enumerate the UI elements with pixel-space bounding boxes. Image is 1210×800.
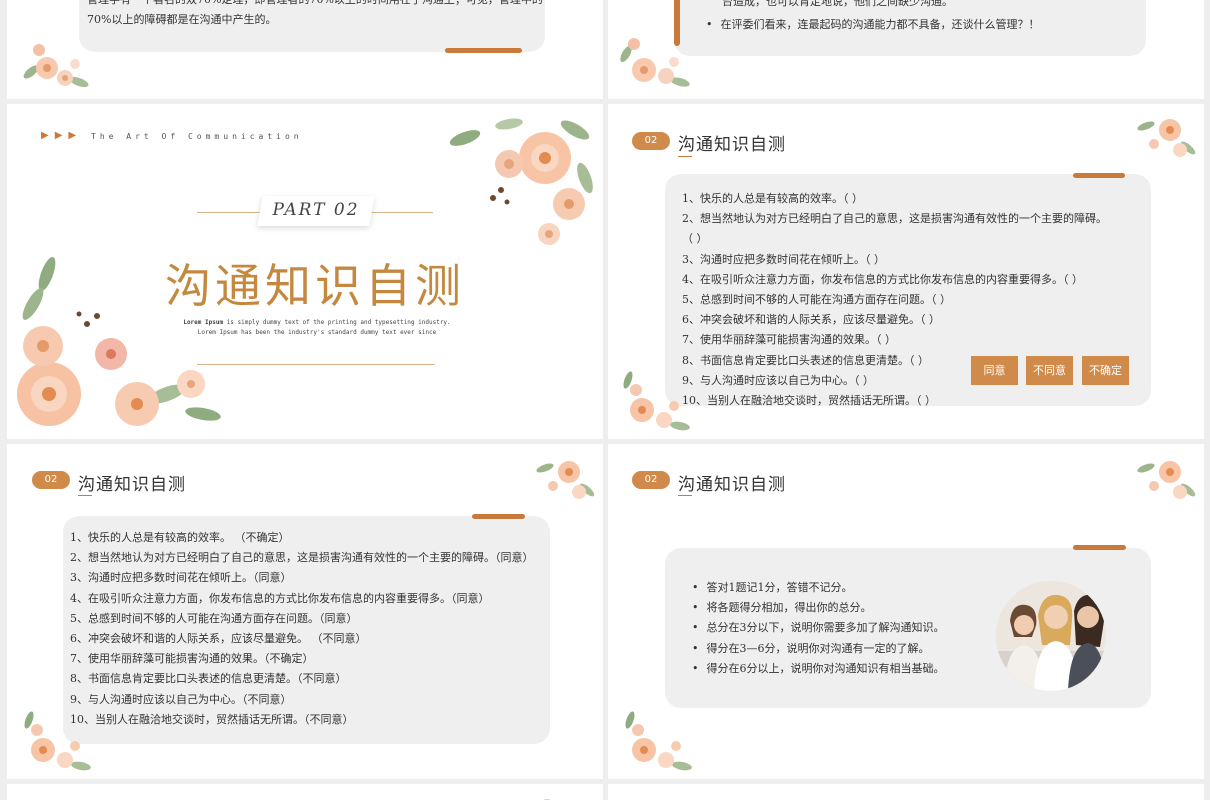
question-item: 1、快乐的人总是有较高的效率。（ ） (682, 192, 863, 205)
flower-decoration-bottom (616, 706, 696, 776)
section-badge: 02 (32, 471, 70, 489)
question-item: 4、在吸引听众注意力方面，你发布信息的方式比你发布信息的内容重要得多。（ ） (682, 272, 1083, 286)
accent-bar (1073, 173, 1125, 178)
lorem-rest: is simply dummy text of the printing and… (223, 319, 451, 326)
scoring-item: 得分在3—6分，说明你对沟通有一定的了解。 (692, 639, 945, 659)
answer-item: 4、在吸引听众注意力方面，你发布信息的方式比你发布信息的内容重要得多。（同意） (70, 591, 490, 605)
answer-item: 1、快乐的人总是有较高的效率。 （不确定） (70, 531, 290, 544)
main-title: 沟通知识自测 (165, 259, 465, 313)
answer-item: 10、当别人在融洽地交谈时，贸然插话无所谓。（不同意） (70, 712, 354, 726)
question-item: 5、总感到时间不够的人可能在沟通方面存在问题。（ ） (682, 293, 951, 307)
question-item: 7、使用华丽辞藻可能损害沟通的效果。（ ） (682, 333, 896, 347)
flower-decoration-top (1136, 108, 1198, 162)
paragraph-line: 管理学有一个著名的双70%定理，即管理者的70%以上的时间用在了沟通上；可见，管… (87, 0, 547, 10)
paragraph: 管理学有一个著名的双70%定理，即管理者的70%以上的时间用在了沟通上；可见，管… (87, 0, 547, 30)
scoring-item: 答对1题记1分，答错不记分。 (692, 578, 945, 598)
tagline: The Art Of Communication (91, 132, 303, 141)
question-item: 10、当别人在融洽地交谈时，贸然插话无所谓。（ ） (682, 394, 936, 408)
slide-quiz: 02 沟通知识自测 1、快乐的人总是有较高的效率。（ ） 2、想当然地认为对方已… (608, 104, 1204, 439)
answer-item: 9、与人沟通时应该以自己为中心。（不同意） (70, 692, 292, 706)
answer-item: 5、总感到时间不够的人可能在沟通方面存在问题。（同意） (70, 611, 358, 625)
answer-list: 1、快乐的人总是有较高的效率。 （不确定） 2、想当然地认为对方已经明白了自己的… (70, 528, 534, 730)
flower-decoration (1138, 792, 1198, 800)
flower-decoration-top (535, 450, 597, 504)
flower-decoration (477, 792, 587, 800)
bullet-list: 在评委们看来，连最起码的沟通能力都不具备，还谈什么管理？！ (706, 15, 1040, 35)
people-photo (996, 581, 1106, 691)
lorem-text: Lorem Ipsum is simply dummy text of the … (167, 318, 467, 338)
agree-button[interactable]: 同意 (971, 356, 1018, 385)
heading-underline (78, 495, 92, 496)
accent-bar (472, 514, 525, 519)
slide-bottom-left (7, 784, 603, 800)
part-label: PART 02 (272, 200, 360, 220)
scoring-list: 答对1题记1分，答错不记分。 将各题得分相加，得出你的总分。 总分在3分以下，说… (692, 578, 945, 679)
answer-item: 6、冲突会破坏和谐的人际关系，应该尽量避免。 （不同意） (70, 632, 367, 646)
scoring-item: 将各题得分相加，得出你的总分。 (692, 598, 945, 618)
answer-item: 7、使用华丽辞藻可能损害沟通的效果。（不确定） (70, 652, 314, 666)
disagree-button[interactable]: 不同意 (1026, 356, 1073, 385)
bullet-item: 在评委们看来，连最起码的沟通能力都不具备，还谈什么管理？！ (706, 15, 1040, 35)
slide-top-left: 管理学有一个著名的双70%定理，即管理者的70%以上的时间用在了沟通上；可见，管… (7, 0, 603, 99)
title-bottom-line (197, 364, 435, 365)
flower-bouquet-top-right (445, 108, 601, 254)
slide-heading: 沟通知识自测 (78, 475, 186, 495)
slide-scoring: 02 沟通知识自测 答对1题记1分，答错不记分。 将各题得分相加，得出你的总分。… (608, 444, 1204, 779)
unsure-button[interactable]: 不确定 (1082, 356, 1129, 385)
slide-top-right: 台造成，也可以肯定地说，他们之间缺少沟通。 在评委们看来，连最起码的沟通能力都不… (608, 0, 1204, 99)
answer-item: 8、书面信息肯定要比口头表述的信息更清楚。（不同意） (70, 672, 347, 686)
flower-decoration-top (1136, 450, 1198, 504)
question-item: 2、想当然地认为对方已经明白了自己的意思，这是损害沟通有效性的一个主要的障碍。 (682, 212, 1107, 226)
flower-decoration (614, 24, 698, 94)
section-badge: 02 (632, 471, 670, 489)
accent-bar (445, 48, 522, 53)
slide-heading: 沟通知识自测 (678, 475, 786, 495)
flower-decoration-bottom (15, 706, 95, 776)
scoring-item: 总分在3分以下，说明你需要多加了解沟通知识。 (692, 618, 945, 638)
heading-underline (678, 495, 692, 496)
section-badge: 02 (632, 132, 670, 150)
slide-bottom-right (608, 784, 1204, 800)
lorem-bold: Lorem Ipsum (183, 319, 224, 326)
flower-decoration-bottom (616, 366, 692, 436)
question-item: （ ） (682, 232, 708, 246)
answer-item: 3、沟通时应把多数时间花在倾听上。（同意） (70, 571, 292, 585)
lorem-line-1: Lorem Ipsum is simply dummy text of the … (167, 318, 467, 328)
flower-decoration (17, 28, 97, 94)
answer-item: 2、想当然地认为对方已经明白了自己的意思，这是损害沟通有效性的一个主要的障碍。（… (70, 551, 534, 565)
slide-title: ▶▶▶ The Art Of Communication PART 02 沟通知… (7, 104, 603, 439)
partial-line: 台造成，也可以肯定地说，他们之间缺少沟通。 (722, 0, 953, 8)
question-item: 6、冲突会破坏和谐的人际关系，应该尽量避免。（ ） (682, 313, 940, 327)
accent-bar (1073, 545, 1126, 550)
tagline-arrows: ▶▶▶ (41, 130, 83, 141)
paragraph-line: 70%以上的障碍都是在沟通中产生的。 (87, 13, 277, 26)
scoring-item: 得分在6分以上，说明你对沟通知识有相当基础。 (692, 659, 945, 679)
question-item: 3、沟通时应把多数时间花在倾听上。（ ） (682, 252, 885, 266)
slide-heading: 沟通知识自测 (678, 135, 786, 155)
lorem-line-2: Lorem Ipsum has been the industry's stan… (197, 329, 437, 336)
slide-answers: 02 沟通知识自测 1、快乐的人总是有较高的效率。 （不确定） 2、想当然地认为… (7, 444, 603, 779)
heading-underline (678, 156, 692, 157)
